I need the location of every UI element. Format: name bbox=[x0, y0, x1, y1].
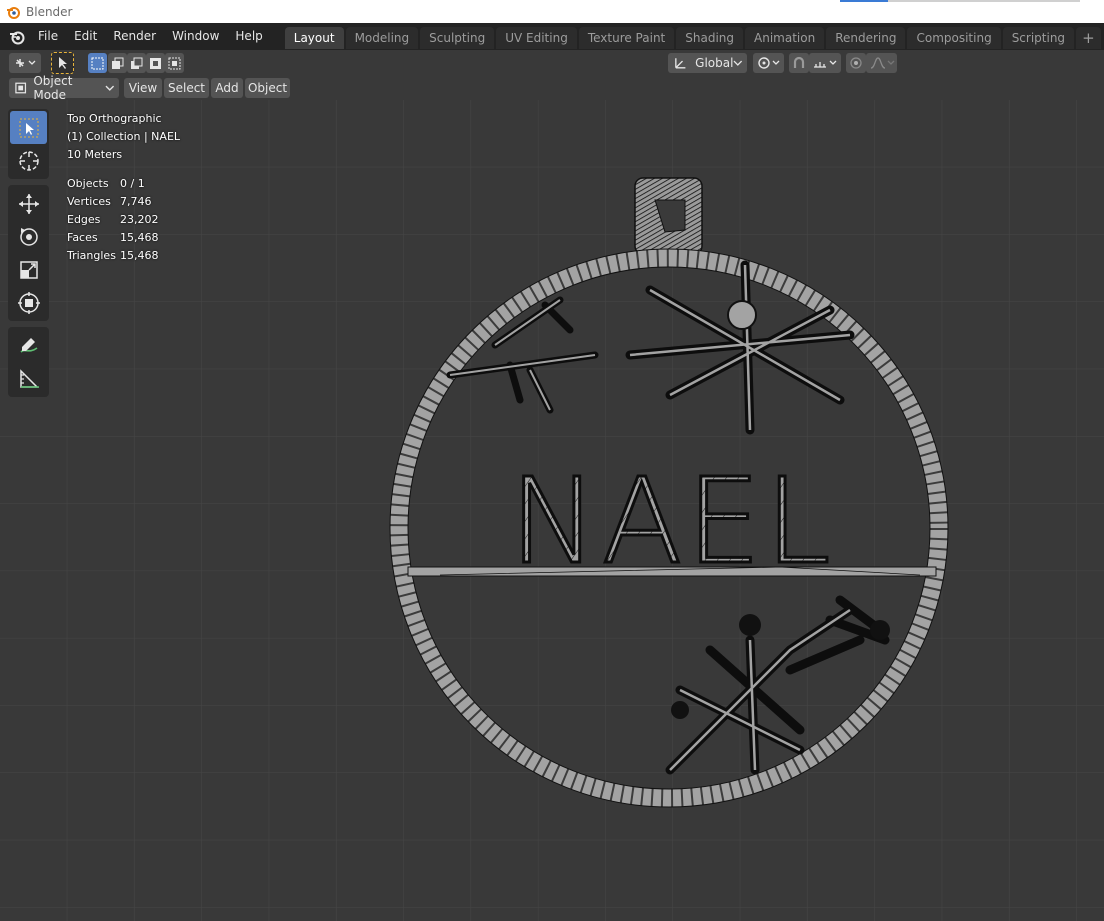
cursor-arrow-icon bbox=[58, 57, 67, 69]
stat-vertices: Vertices 7,746 bbox=[67, 195, 152, 208]
select-new-icon bbox=[91, 57, 104, 69]
snowflake-bottom bbox=[665, 595, 890, 775]
tool-annotate[interactable] bbox=[10, 329, 47, 362]
add-workspace-button[interactable]: + bbox=[1076, 27, 1101, 49]
select-box-icon bbox=[19, 118, 38, 137]
ruler-icon bbox=[19, 368, 39, 388]
select-mode-invert-button[interactable] bbox=[146, 53, 165, 73]
magnet-icon bbox=[793, 56, 805, 68]
tool-select-box-button[interactable] bbox=[51, 52, 74, 74]
select-intersect-icon bbox=[168, 57, 181, 69]
tool-scale[interactable] bbox=[10, 253, 47, 286]
snap-toggle-button[interactable] bbox=[789, 53, 809, 73]
menu-render[interactable]: Render bbox=[105, 23, 164, 50]
falloff-curve-icon bbox=[870, 57, 894, 69]
3d-cursor-icon bbox=[18, 150, 39, 171]
window-controls[interactable] bbox=[840, 0, 1080, 2]
pencil-icon bbox=[19, 337, 37, 353]
chevron-down-icon bbox=[105, 85, 115, 91]
tool-cursor[interactable] bbox=[10, 144, 47, 177]
add-menu[interactable]: Add bbox=[211, 78, 243, 98]
tab-scripting[interactable]: Scripting bbox=[1002, 27, 1075, 49]
snap-target-dropdown[interactable] bbox=[809, 53, 841, 73]
blender-logo-icon bbox=[7, 6, 20, 19]
ornament-mesh[interactable]: NAEL bbox=[380, 170, 960, 810]
rotate-icon bbox=[19, 227, 38, 246]
tab-compositing[interactable]: Compositing bbox=[907, 27, 1001, 49]
tab-modeling[interactable]: Modeling bbox=[345, 27, 419, 49]
chevron-down-icon bbox=[733, 60, 743, 66]
move-arrows-icon bbox=[18, 193, 39, 214]
top-bar: File Edit Render Window Help Layout Mode… bbox=[0, 23, 1104, 50]
tab-layout[interactable]: Layout bbox=[284, 27, 344, 49]
view-menu[interactable]: View bbox=[124, 78, 162, 98]
tab-shading[interactable]: Shading bbox=[676, 27, 743, 49]
select-mode-extend-button[interactable] bbox=[108, 53, 127, 73]
stat-edges: Edges 23,202 bbox=[67, 213, 159, 226]
object-mode-icon bbox=[15, 82, 27, 94]
select-invert-icon bbox=[150, 57, 161, 69]
name-text: NAEL bbox=[509, 452, 834, 590]
viewport-overlay-stats: Top Orthographic (1) Collection | NAEL 1… bbox=[67, 110, 180, 265]
grid-scale: 10 Meters bbox=[67, 148, 123, 161]
stat-faces: Faces 15,468 bbox=[67, 231, 159, 244]
snap-increment-icon bbox=[814, 60, 837, 68]
menu-file[interactable]: File bbox=[30, 23, 66, 50]
window-title: Blender bbox=[26, 4, 73, 19]
scale-icon bbox=[19, 260, 38, 279]
tab-uv-editing[interactable]: UV Editing bbox=[496, 27, 577, 49]
tool-transform[interactable] bbox=[10, 286, 47, 319]
tool-move[interactable] bbox=[10, 187, 47, 220]
tool-select-box[interactable] bbox=[10, 111, 47, 144]
object-menu[interactable]: Object bbox=[245, 78, 290, 98]
window-title-bar: Blender bbox=[0, 0, 1104, 23]
tab-animation[interactable]: Animation bbox=[745, 27, 825, 49]
mode-value: Object Mode bbox=[33, 74, 73, 102]
tool-rotate[interactable] bbox=[10, 220, 47, 253]
tab-sculpting[interactable]: Sculpting bbox=[420, 27, 495, 49]
editor-type-button[interactable] bbox=[9, 53, 41, 73]
view-name: Top Orthographic bbox=[67, 112, 162, 125]
proportional-edit-icon bbox=[850, 57, 862, 69]
tool-measure[interactable] bbox=[10, 362, 47, 395]
orientation-axes-icon bbox=[675, 58, 686, 69]
tool-settings-header: Global bbox=[0, 50, 1104, 76]
select-mode-subtract-button[interactable] bbox=[127, 53, 146, 73]
viewport-header: Object Mode View Select Add Object bbox=[0, 74, 1104, 102]
collection-label: (1) Collection | NAEL bbox=[67, 130, 181, 143]
proportional-editing-button[interactable] bbox=[846, 53, 866, 73]
pivot-point-icon bbox=[757, 57, 779, 69]
stat-objects: Objects 0 / 1 bbox=[67, 177, 145, 190]
menu-edit[interactable]: Edit bbox=[66, 23, 105, 50]
select-extend-icon bbox=[112, 57, 124, 69]
select-mode-new-button[interactable] bbox=[88, 53, 107, 73]
select-subtract-icon bbox=[131, 57, 143, 69]
editor-type-icon bbox=[16, 59, 36, 67]
stat-triangles: Triangles 15,468 bbox=[67, 249, 159, 262]
blender-menu-icon[interactable] bbox=[8, 28, 26, 46]
menu-help[interactable]: Help bbox=[227, 23, 270, 50]
proportional-falloff-dropdown[interactable] bbox=[866, 53, 897, 73]
select-menu[interactable]: Select bbox=[164, 78, 209, 98]
transform-orientation-value: Global bbox=[695, 56, 734, 70]
transform-icon bbox=[17, 291, 40, 314]
pivot-point-dropdown[interactable] bbox=[753, 53, 784, 73]
tool-shelf bbox=[8, 109, 49, 403]
snowflake-top-right bbox=[625, 260, 855, 435]
transform-orientation-dropdown[interactable]: Global bbox=[668, 53, 747, 73]
mode-dropdown[interactable]: Object Mode bbox=[9, 74, 119, 102]
select-mode-intersect-button[interactable] bbox=[165, 53, 184, 73]
menu-window[interactable]: Window bbox=[164, 23, 227, 50]
tab-texture-paint[interactable]: Texture Paint bbox=[578, 27, 675, 49]
workspace-tabs: Layout Modeling Sculpting UV Editing Tex… bbox=[284, 27, 1103, 49]
tab-rendering[interactable]: Rendering bbox=[826, 27, 906, 49]
